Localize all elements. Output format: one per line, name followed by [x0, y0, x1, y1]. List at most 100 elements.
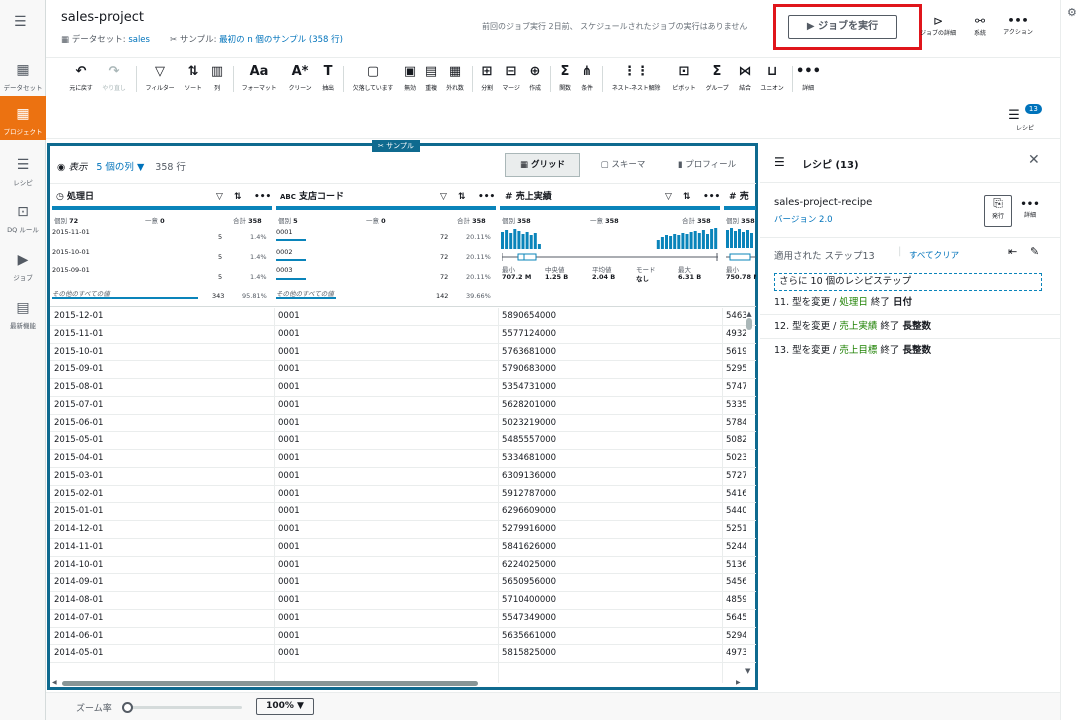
table-cell[interactable]: 5335 [726, 397, 746, 415]
lineage-button[interactable]: ⚯ 系統 [966, 14, 994, 37]
zoom-slider-handle[interactable] [122, 702, 133, 713]
columns-dropdown[interactable]: 5 個の列 ▼ [96, 162, 144, 173]
undo-button[interactable]: ↶ 元に戻す [66, 64, 96, 96]
table-cell[interactable]: 0001 [278, 557, 300, 575]
table-cell[interactable]: 5485557000 [502, 432, 556, 450]
table-cell[interactable]: 0001 [278, 628, 300, 646]
filter-icon[interactable]: ▽ [440, 186, 447, 208]
scrollbar-thumb[interactable] [746, 318, 752, 330]
scroll-up-icon[interactable]: ▲ [745, 310, 753, 318]
table-cell[interactable]: 2015-06-01 [54, 415, 103, 433]
missing-button[interactable]: ▢ 欠落しています [346, 64, 400, 96]
table-cell[interactable]: 0001 [278, 450, 300, 468]
table-cell[interactable]: 2014-07-01 [54, 610, 103, 628]
format-button[interactable]: Aa フォーマット [237, 64, 281, 96]
table-cell[interactable]: 5727 [726, 468, 746, 486]
table-cell[interactable]: 5244 [726, 539, 746, 557]
table-cell[interactable]: 5763681000 [502, 344, 556, 362]
table-cell[interactable]: 4859 [726, 592, 746, 610]
table-cell[interactable]: 0001 [278, 379, 300, 397]
recipe-step-11[interactable]: 11. 型を変更 / 処理日 終了 日付 [760, 291, 1060, 315]
table-cell[interactable]: 5416 [726, 486, 746, 504]
table-cell[interactable]: 5456 [726, 574, 746, 592]
clean-button[interactable]: A* クリーン [283, 64, 317, 96]
table-cell[interactable]: 2014-11-01 [54, 539, 103, 557]
split-button[interactable]: ⊞ 分割 [476, 64, 498, 96]
more-transforms-button[interactable]: ••• 詳細 [796, 64, 821, 96]
duplicates-button[interactable]: ▤ 重複 [421, 64, 441, 96]
table-cell[interactable]: 0001 [278, 432, 300, 450]
table-cell[interactable]: 0001 [278, 397, 300, 415]
extract-button[interactable]: T 抽出 [317, 64, 339, 96]
table-cell[interactable]: 6309136000 [502, 468, 556, 486]
table-cell[interactable]: 2014-10-01 [54, 557, 103, 575]
table-cell[interactable]: 0001 [278, 468, 300, 486]
merge-button[interactable]: ⊟ マージ [499, 64, 523, 96]
table-cell[interactable]: 5334681000 [502, 450, 556, 468]
job-details-button[interactable]: ⊳ ジョブの詳細 [918, 14, 958, 37]
functions-button[interactable]: Σ 関数 [554, 64, 576, 96]
table-cell[interactable]: 5023219000 [502, 415, 556, 433]
recipe-version-link[interactable]: バージョン 2.0 [774, 213, 833, 225]
scroll-right-icon[interactable]: ▶ [736, 679, 741, 686]
table-cell[interactable]: 0001 [278, 308, 300, 326]
more-icon[interactable]: ••• [254, 186, 271, 208]
table-cell[interactable]: 2015-01-01 [54, 503, 103, 521]
tab-schema[interactable]: ▢ スキーマ [586, 153, 660, 177]
recipe-step-13[interactable]: 13. 型を変更 / 売上目標 終了 長整数 [760, 339, 1060, 363]
sort-icon[interactable]: ⇅ [683, 186, 691, 208]
table-cell[interactable]: 5294 [726, 628, 746, 646]
table-cell[interactable]: 2015-12-01 [54, 308, 103, 326]
table-cell[interactable]: 5619 [726, 344, 746, 362]
table-cell[interactable]: 2015-08-01 [54, 379, 103, 397]
recipe-toggle-button[interactable]: ☰ 13 レシピ [1003, 104, 1047, 132]
more-icon[interactable]: ••• [478, 186, 495, 208]
table-cell[interactable]: 4973 [726, 645, 746, 663]
table-cell[interactable]: 2014-09-01 [54, 574, 103, 592]
table-cell[interactable]: 2015-09-01 [54, 361, 103, 379]
import-steps-icon[interactable]: ⇤ [1008, 245, 1017, 258]
table-cell[interactable]: 5841626000 [502, 539, 556, 557]
table-cell[interactable]: 5747 [726, 379, 746, 397]
table-cell[interactable]: 5650956000 [502, 574, 556, 592]
table-cell[interactable]: 2015-10-01 [54, 344, 103, 362]
scrollbar-thumb[interactable] [62, 681, 478, 686]
recipe-more-button[interactable]: ••• 詳細 [1018, 199, 1042, 219]
table-cell[interactable]: 0001 [278, 486, 300, 504]
table-cell[interactable]: 0001 [278, 521, 300, 539]
nav-item-whats-new[interactable]: ▤ 最新機能 [0, 298, 46, 342]
table-cell[interactable]: 0001 [278, 361, 300, 379]
table-cell[interactable]: 2015-02-01 [54, 486, 103, 504]
table-cell[interactable]: 5136 [726, 557, 746, 575]
table-cell[interactable]: 0001 [278, 503, 300, 521]
nest-unnest-button[interactable]: ⋮⋮ ネスト-ネスト解除 [605, 64, 667, 96]
table-cell[interactable]: 5023 [726, 450, 746, 468]
filter-button[interactable]: ▽ フィルター [143, 64, 177, 96]
join-button[interactable]: ⋈ 結合 [734, 64, 756, 96]
nav-item-recipes[interactable]: ☰ レシピ [0, 155, 46, 199]
scroll-down-icon[interactable]: ▼ [745, 667, 750, 675]
table-cell[interactable]: 5577124000 [502, 326, 556, 344]
hamburger-menu-icon[interactable]: ☰ [14, 14, 27, 30]
nav-item-projects[interactable]: ▦ プロジェクト [0, 96, 46, 140]
group-button[interactable]: Σ グループ [701, 64, 733, 96]
nav-item-dq-rules[interactable]: ⊡ DQ ルール [0, 202, 46, 246]
settings-icon[interactable]: ⚙ [1067, 6, 1077, 19]
table-cell[interactable]: 5354731000 [502, 379, 556, 397]
table-cell[interactable]: 5790683000 [502, 361, 556, 379]
table-cell[interactable]: 2015-03-01 [54, 468, 103, 486]
filter-icon[interactable]: ▽ [665, 186, 672, 208]
table-cell[interactable]: 6296609000 [502, 503, 556, 521]
table-cell[interactable]: 2015-07-01 [54, 397, 103, 415]
column-button[interactable]: ▥ 列 [206, 64, 228, 96]
column-header-sales-target[interactable]: # 売 [729, 186, 755, 208]
table-cell[interactable]: 5815825000 [502, 645, 556, 663]
dataset-link[interactable]: sales [128, 35, 150, 45]
tab-profile[interactable]: ▮ プロフィール [664, 153, 750, 177]
tab-grid[interactable]: ▦ グリッド [505, 153, 580, 177]
table-cell[interactable]: 5912787000 [502, 486, 556, 504]
run-job-button[interactable]: ▶ ジョブを実行 [788, 15, 897, 39]
table-cell[interactable]: 0001 [278, 592, 300, 610]
pivot-button[interactable]: ⊡ ピボット [668, 64, 700, 96]
scroll-left-icon[interactable]: ◀ [52, 679, 57, 686]
